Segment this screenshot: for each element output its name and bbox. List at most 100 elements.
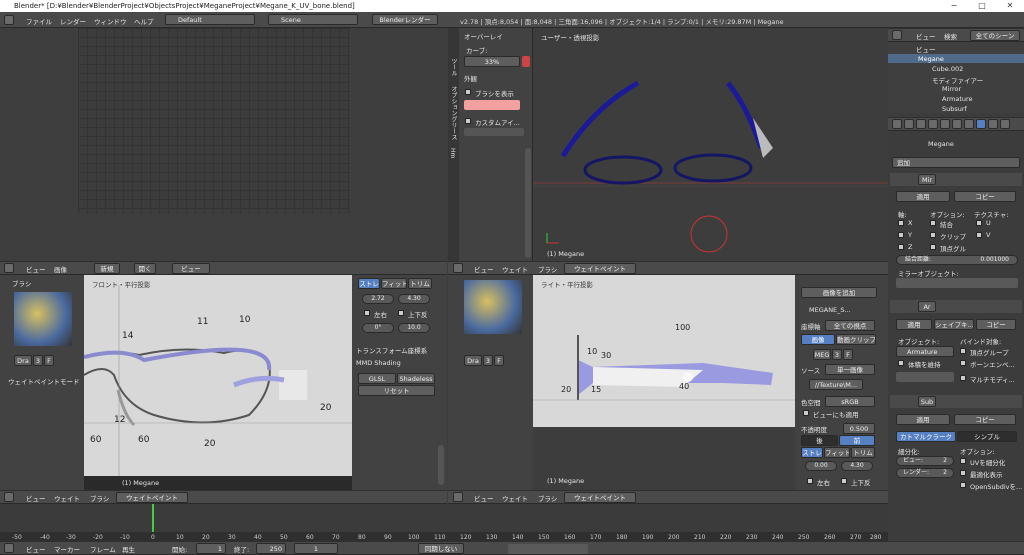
stretch-button[interactable]: ストレ <box>358 278 380 289</box>
trim-button[interactable]: トリム <box>408 278 432 289</box>
mirror-apply-button[interactable]: 適用 <box>896 191 950 202</box>
view-levels-field[interactable]: ビュー: 2 <box>896 456 954 466</box>
menu-view[interactable]: ビュー <box>916 31 936 41</box>
eyedropper-icon[interactable] <box>522 56 530 67</box>
editor-type-icon[interactable] <box>4 263 14 273</box>
editor-type-icon[interactable] <box>4 15 14 25</box>
multi-modifier-checkbox[interactable] <box>960 375 966 381</box>
outliner[interactable]: ビュー 検索 全てのシーン ビュー Megane Cube.002 モディファイ… <box>888 28 1024 113</box>
outliner-item-megane[interactable]: Megane <box>918 55 944 63</box>
keep-volume-checkbox[interactable] <box>898 360 904 366</box>
bone-envelope-checkbox[interactable] <box>960 360 966 366</box>
reset-button[interactable]: リセット <box>358 385 435 396</box>
flip-x-checkbox[interactable] <box>364 310 370 316</box>
source-select[interactable]: 単一画像 <box>825 364 875 375</box>
brush-name[interactable]: Dra <box>14 355 32 366</box>
opacity-field[interactable]: 0.500 <box>843 423 875 434</box>
mirror-copy-button[interactable]: コピー <box>954 191 1016 202</box>
menu-view[interactable]: ビュー <box>26 544 46 554</box>
mode-select[interactable]: ウェイトペイント <box>116 492 188 503</box>
uv-editor-top[interactable] <box>0 28 447 261</box>
mode-select[interactable]: ウェイトペイント <box>564 263 636 274</box>
menu-brush[interactable]: ブラシ <box>538 264 557 274</box>
shadeless-button[interactable]: Shadeless <box>397 373 435 384</box>
opensubdiv-checkbox[interactable] <box>960 482 966 488</box>
data-icon[interactable] <box>988 119 998 129</box>
optimal-display-checkbox[interactable] <box>960 470 966 476</box>
world-icon[interactable] <box>940 119 950 129</box>
flip-y-checkbox[interactable] <box>398 310 404 316</box>
editor-type-icon[interactable] <box>892 119 902 129</box>
outliner-item-subsurf[interactable]: Subsurf <box>942 105 967 113</box>
merge-checkbox[interactable] <box>930 220 936 226</box>
render-levels-field[interactable]: レンダー: 2 <box>896 468 954 478</box>
mode-select[interactable]: ウェイトペイント <box>564 492 636 503</box>
size-field[interactable]: 10.0 <box>398 323 430 333</box>
tab-grease[interactable]: グリース <box>449 116 458 140</box>
armature-object-field[interactable]: Armature <box>896 346 954 357</box>
material-icon[interactable] <box>1000 119 1010 129</box>
object-icon[interactable] <box>952 119 962 129</box>
armature-apply-button[interactable]: 適用 <box>896 319 932 330</box>
outliner-item-armature[interactable]: Armature <box>942 95 973 103</box>
scene-select[interactable]: Scene <box>268 14 358 25</box>
layout-select[interactable]: Default <box>165 14 255 25</box>
tool-scrollbar[interactable] <box>525 148 531 258</box>
side-brush-name[interactable]: Dra <box>464 355 482 366</box>
axis-z-checkbox[interactable] <box>898 244 904 250</box>
subsurf-modifier-header[interactable] <box>890 395 1022 408</box>
front-view[interactable]: フロント・平行投影 14 11 10 12 60 60 20 20 (1) Me… <box>84 275 352 490</box>
image-users[interactable]: 3 <box>832 349 842 360</box>
front-scrollbar[interactable] <box>438 445 444 485</box>
viewport-3d[interactable]: ユーザー・透視投影 (1) Megane <box>533 28 888 261</box>
menu-render[interactable]: レンダー <box>60 16 86 26</box>
outliner-item-mirror[interactable]: Mirror <box>942 85 961 93</box>
u-checkbox[interactable] <box>976 220 982 226</box>
merge-distance-field[interactable]: 結合距離: 0.001000 <box>896 255 1018 265</box>
overlay-header[interactable]: オーバーレイ <box>464 31 503 41</box>
menu-view[interactable]: ビュー <box>26 264 46 274</box>
layers-icon[interactable] <box>916 119 926 129</box>
mirror-modifier-header[interactable] <box>890 173 1022 186</box>
menu-frame[interactable]: フレーム <box>90 544 116 554</box>
close-button[interactable]: ✕ <box>996 0 1024 12</box>
editor-type-icon[interactable] <box>892 30 902 40</box>
front-button[interactable]: 前 <box>839 435 875 446</box>
offset-x-field[interactable]: 2.72 <box>362 294 394 304</box>
image-tab[interactable]: 画像 <box>801 334 835 345</box>
movie-clip-tab[interactable]: 動画クリップ <box>836 334 876 345</box>
menu-window[interactable]: ウィンドウ <box>94 16 127 26</box>
clip-checkbox[interactable] <box>930 232 936 238</box>
render-engine-select[interactable]: Blenderレンダー <box>372 14 438 25</box>
colorspace-select[interactable]: sRGB <box>825 396 875 407</box>
transform-orientation-header[interactable]: トランスフォーム座標系 <box>356 345 427 355</box>
modifier-icon[interactable] <box>976 119 986 129</box>
armature-name-field[interactable]: Ar <box>918 301 936 312</box>
editor-type-icon[interactable] <box>4 543 14 553</box>
brush-preview[interactable] <box>14 292 72 346</box>
new-image-button[interactable]: 新規 <box>94 263 120 274</box>
fit-button[interactable]: フィット <box>824 447 850 458</box>
menu-weight[interactable]: ウェイト <box>54 493 80 503</box>
brush-fake-user[interactable]: F <box>44 355 54 366</box>
custom-icon-checkbox[interactable] <box>465 118 471 124</box>
back-button[interactable]: 後 <box>801 435 838 446</box>
axis-y-checkbox[interactable] <box>898 232 904 238</box>
show-brush-checkbox[interactable] <box>465 89 471 95</box>
armature-copy-button[interactable]: コピー <box>976 319 1016 330</box>
menu-view[interactable]: ビュー <box>474 264 494 274</box>
side-brush-users[interactable]: 3 <box>483 355 493 366</box>
menu-brush[interactable]: ブラシ <box>90 493 109 503</box>
brush-color-swatch[interactable] <box>464 100 520 110</box>
minimize-button[interactable]: − <box>940 0 968 12</box>
fit-button[interactable]: フィット <box>381 278 407 289</box>
weight-mode-header[interactable]: ウェイトペイントモード <box>8 376 80 386</box>
vgroup-field[interactable] <box>896 372 954 382</box>
menu-brush[interactable]: ブラシ <box>538 493 557 503</box>
custom-icon-field[interactable] <box>464 128 524 136</box>
timeline[interactable]: -50 -40 -30 -20 -10 0 10 20 30 40 50 60 … <box>0 504 888 541</box>
sync-select[interactable]: 同期しない <box>418 543 464 554</box>
add-image-button[interactable]: 画像を追加 <box>801 287 877 298</box>
simple-tab[interactable]: シンプル <box>957 431 1017 442</box>
editor-type-icon[interactable] <box>453 492 463 502</box>
